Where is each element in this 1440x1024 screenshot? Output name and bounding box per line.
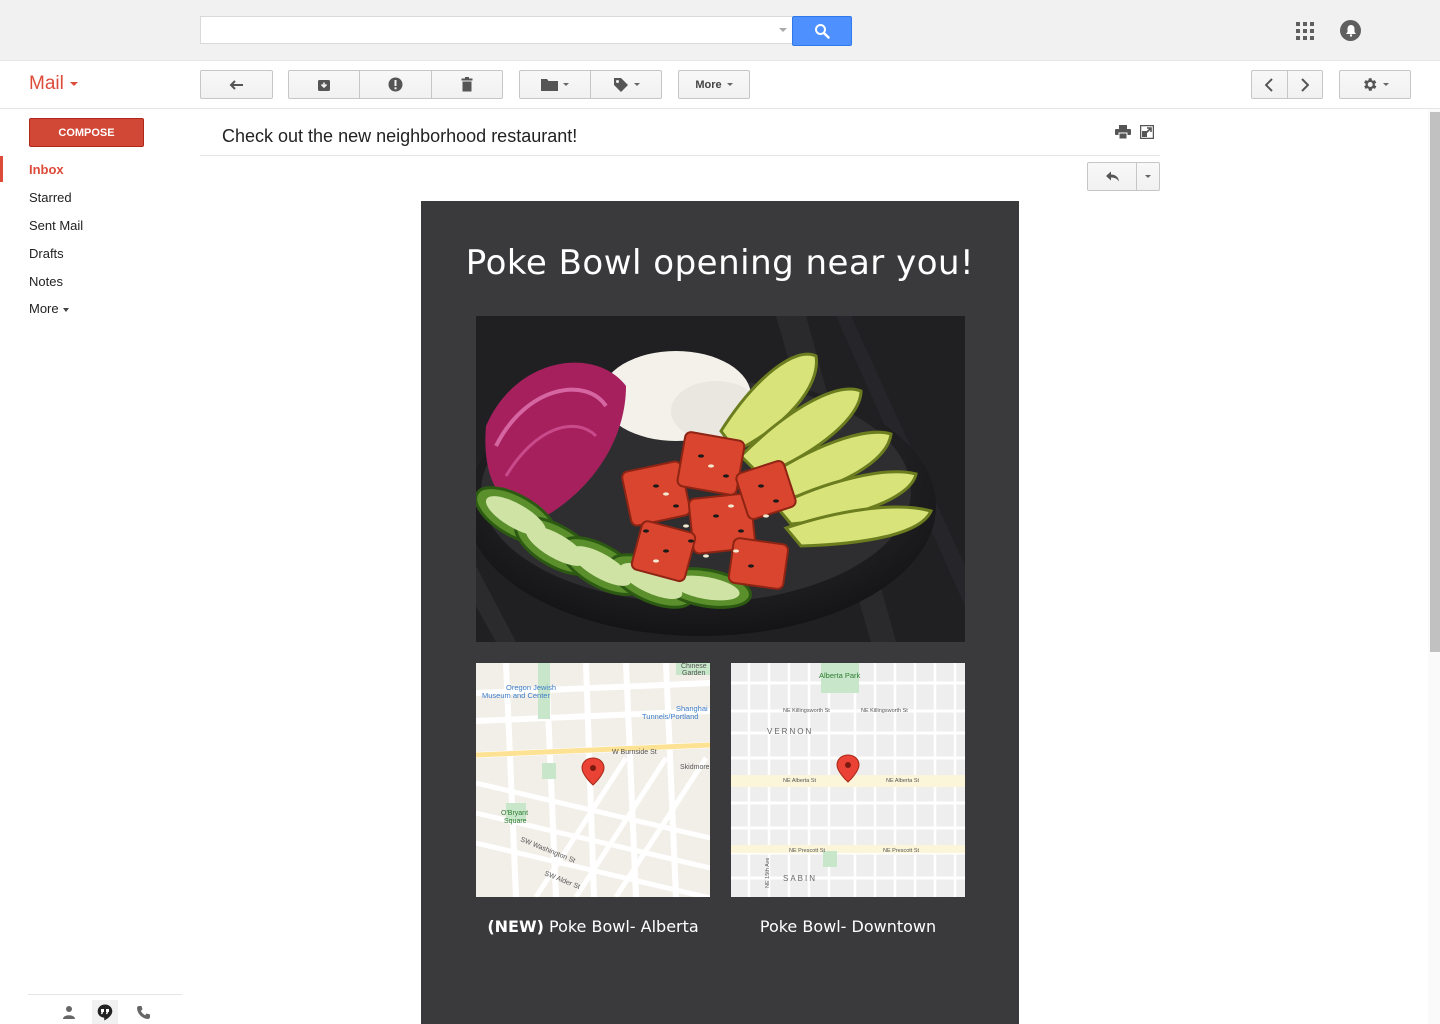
- move-to-button[interactable]: [520, 71, 591, 98]
- map-label: NE Killingsworth St: [861, 708, 908, 714]
- back-arrow-icon: [229, 79, 243, 90]
- phone-icon: [136, 1005, 150, 1019]
- hangouts-button[interactable]: [92, 1000, 118, 1024]
- sidebar-item-inbox[interactable]: Inbox: [29, 162, 64, 177]
- map-label: Museum and Center: [482, 691, 550, 700]
- sidebar-item-more[interactable]: More: [29, 301, 69, 316]
- organize-group: [519, 70, 662, 99]
- archive-button[interactable]: [289, 71, 361, 98]
- mail-app-switcher[interactable]: Mail: [29, 73, 78, 95]
- map-label: Tunnels/Portland: [642, 712, 698, 721]
- delete-button[interactable]: [432, 71, 502, 98]
- reply-options-dropdown[interactable]: [1137, 163, 1159, 190]
- chevron-down-icon: [69, 81, 78, 86]
- trash-icon: [461, 77, 473, 92]
- chevron-down-icon: [726, 83, 733, 86]
- sidebar-item-starred[interactable]: Starred: [29, 190, 72, 205]
- newer-message-button[interactable]: [1252, 71, 1288, 98]
- sidebar-item-sent-mail[interactable]: Sent Mail: [29, 218, 83, 233]
- map-label: Square: [504, 818, 527, 825]
- divider: [200, 155, 1160, 156]
- spam-icon: [388, 77, 403, 92]
- message-actions-group: [288, 70, 503, 99]
- label-tag-icon: [613, 77, 628, 92]
- chevron-down-icon: [1145, 175, 1152, 178]
- poke-bowl-photo[interactable]: [476, 316, 965, 642]
- new-window-icon[interactable]: [1139, 124, 1155, 140]
- labels-button[interactable]: [591, 71, 661, 98]
- map-label: Skidmore: [680, 764, 710, 771]
- chevron-down-icon: [62, 307, 69, 312]
- divider: [28, 994, 182, 995]
- older-message-button[interactable]: [1288, 71, 1323, 98]
- map-label: Chinese: [681, 663, 707, 670]
- mail-app-label: Mail: [29, 73, 64, 94]
- more-actions-label: More: [695, 78, 722, 91]
- message-subject: Check out the new neighborhood restauran…: [222, 126, 578, 146]
- map-label: O'Bryant: [501, 810, 528, 817]
- folder-icon: [541, 79, 558, 91]
- print-icon[interactable]: [1115, 125, 1131, 141]
- location-link-alberta[interactable]: (NEW) Poke Bowl- Alberta: [476, 917, 710, 936]
- person-icon: [63, 1006, 75, 1019]
- map-alberta[interactable]: Oregon Jewish Museum and Center Shanghai…: [476, 663, 710, 897]
- pagination-group: [1251, 70, 1323, 99]
- location-link-downtown[interactable]: Poke Bowl- Downtown: [731, 917, 965, 936]
- map-label: NE Killingsworth St: [783, 708, 830, 714]
- compose-button[interactable]: COMPOSE: [29, 118, 144, 147]
- report-spam-button[interactable]: [360, 71, 432, 98]
- notifications-bell-icon[interactable]: [1340, 20, 1361, 41]
- map-label: Garden: [682, 670, 705, 677]
- map-label: NE Alberta St: [783, 778, 816, 784]
- map-label: VERNON: [767, 727, 813, 736]
- chevron-right-icon: [1301, 77, 1309, 92]
- active-folder-indicator: [0, 156, 3, 182]
- divider: [0, 108, 1440, 109]
- email-body: Poke Bowl opening near you! Oregon Jewis…: [421, 201, 1019, 1024]
- chevron-down-icon: [633, 83, 640, 86]
- chevron-down-icon: [563, 83, 569, 86]
- contacts-button[interactable]: [56, 1000, 82, 1024]
- reply-button[interactable]: [1088, 163, 1138, 190]
- map-label: Alberta Park: [819, 671, 861, 680]
- map-label: NE Prescott St: [883, 848, 920, 854]
- chevron-down-icon: [1383, 83, 1389, 86]
- reply-arrow-icon: [1105, 171, 1119, 182]
- email-heading: Poke Bowl opening near you!: [465, 243, 975, 283]
- map-label: NE Prescott St: [789, 848, 826, 854]
- map-label: W Burnside St: [612, 749, 657, 756]
- new-badge: (NEW): [487, 917, 544, 936]
- scrollbar-thumb[interactable]: [1430, 112, 1440, 652]
- map-downtown[interactable]: Alberta Park NE Killingsworth St NE Kill…: [731, 663, 965, 897]
- location-name: Poke Bowl- Downtown: [759, 917, 937, 936]
- back-to-inbox-button[interactable]: [200, 70, 273, 99]
- search-options-dropdown[interactable]: [776, 16, 792, 44]
- search-icon: [815, 24, 830, 39]
- map-label: SABIN: [783, 874, 817, 883]
- reply-actions-group: [1087, 162, 1160, 191]
- gear-icon: [1364, 78, 1377, 91]
- location-name: Poke Bowl- Alberta: [543, 917, 699, 936]
- search-button[interactable]: [792, 16, 852, 46]
- phone-call-button[interactable]: [130, 1000, 156, 1024]
- archive-icon: [318, 79, 331, 91]
- sidebar-item-notes[interactable]: Notes: [29, 274, 63, 289]
- map-label: NE Alberta St: [886, 778, 919, 784]
- more-actions-button[interactable]: More: [678, 70, 750, 99]
- hangouts-icon: [97, 1004, 113, 1020]
- sidebar-item-more-label: More: [29, 301, 59, 316]
- settings-button[interactable]: [1339, 70, 1411, 99]
- sidebar-item-drafts[interactable]: Drafts: [29, 246, 64, 261]
- search-input[interactable]: [200, 16, 776, 44]
- map-label: NE 15th Ave: [765, 858, 771, 888]
- apps-grid-icon[interactable]: [1296, 22, 1314, 40]
- chevron-left-icon: [1265, 77, 1273, 92]
